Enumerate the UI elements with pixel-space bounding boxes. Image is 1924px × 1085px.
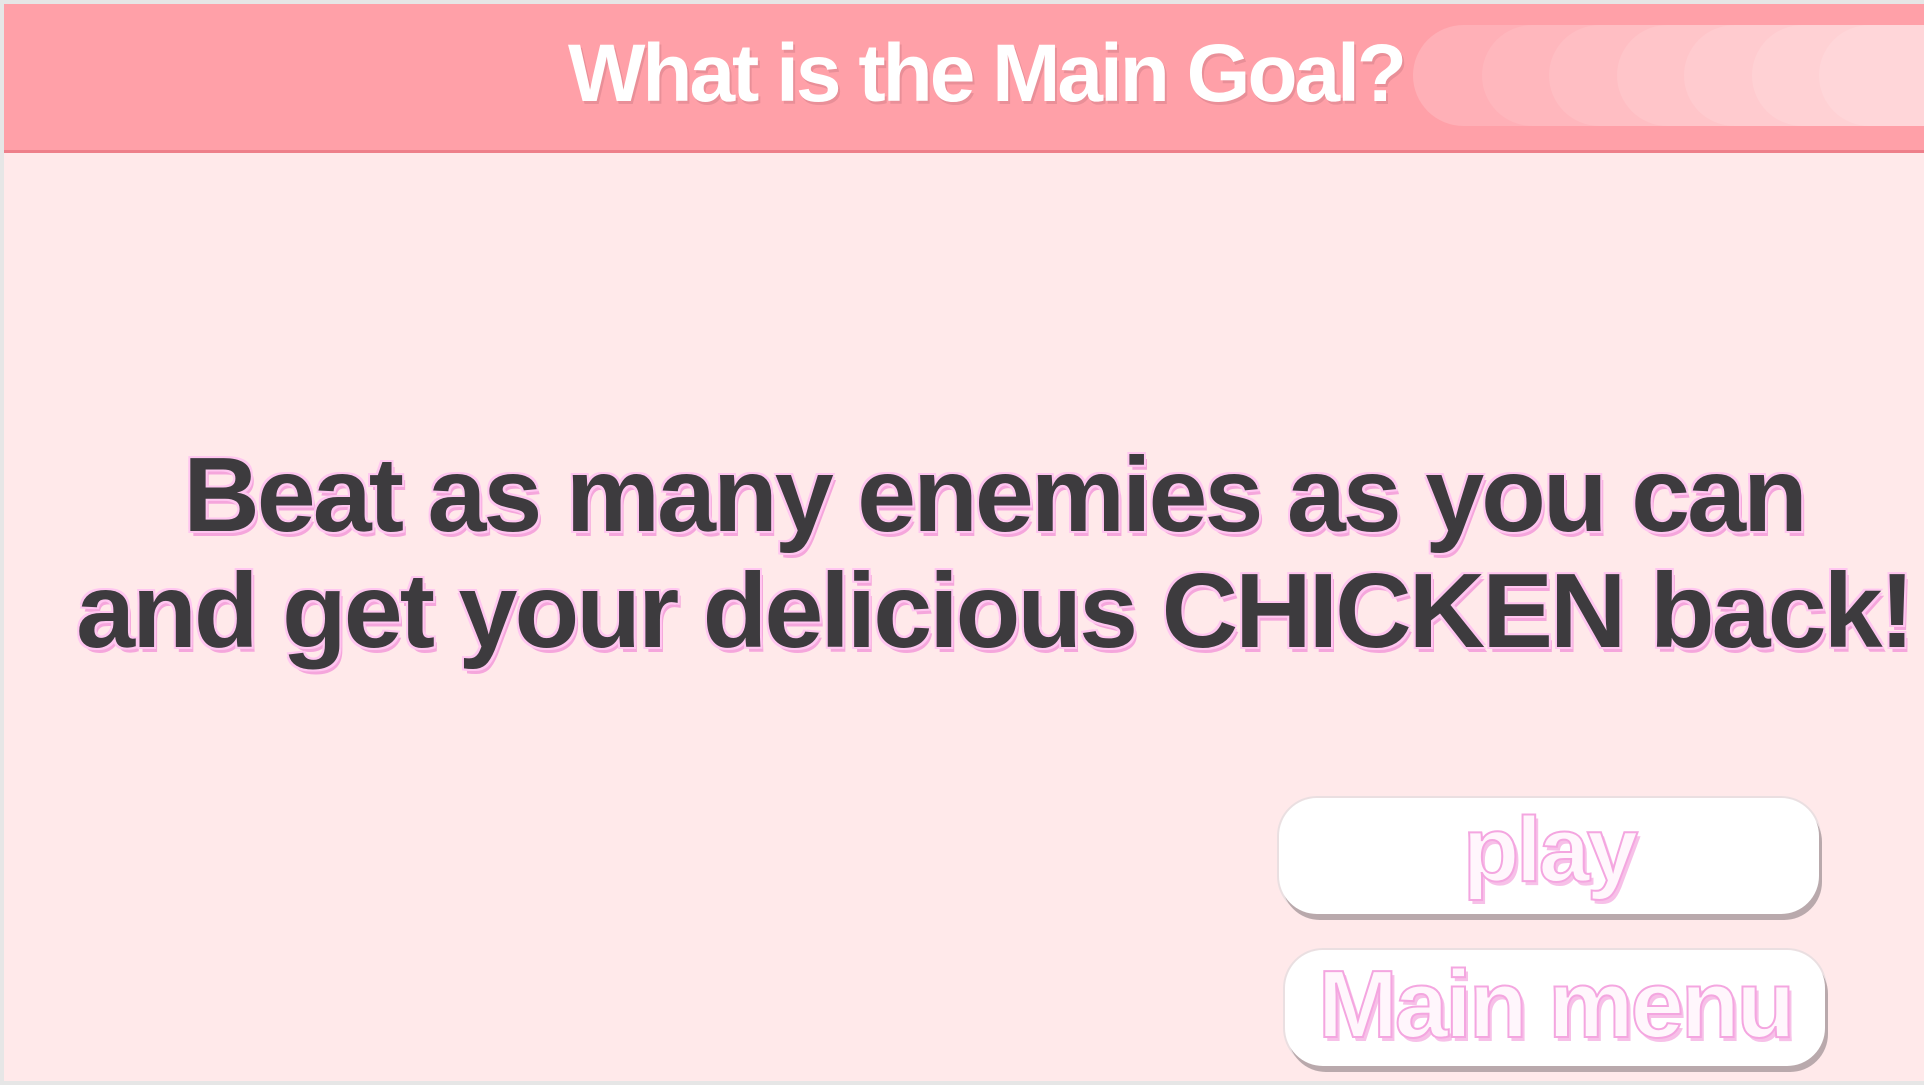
header-bar: What is the Main Goal?	[4, 4, 1924, 153]
play-button[interactable]: play	[1279, 798, 1819, 914]
goal-description: Beat as many enemies as you can and get …	[44, 437, 1924, 669]
main-menu-button[interactable]: Main menu	[1285, 950, 1825, 1066]
game-screen: What is the Main Goal? Beat as many enem…	[0, 0, 1924, 1085]
page-title: What is the Main Goal?	[567, 28, 1407, 119]
goal-line-1: Beat as many enemies as you can	[183, 436, 1808, 554]
goal-line-2: and get your delicious CHICKEN back!	[76, 552, 1915, 670]
